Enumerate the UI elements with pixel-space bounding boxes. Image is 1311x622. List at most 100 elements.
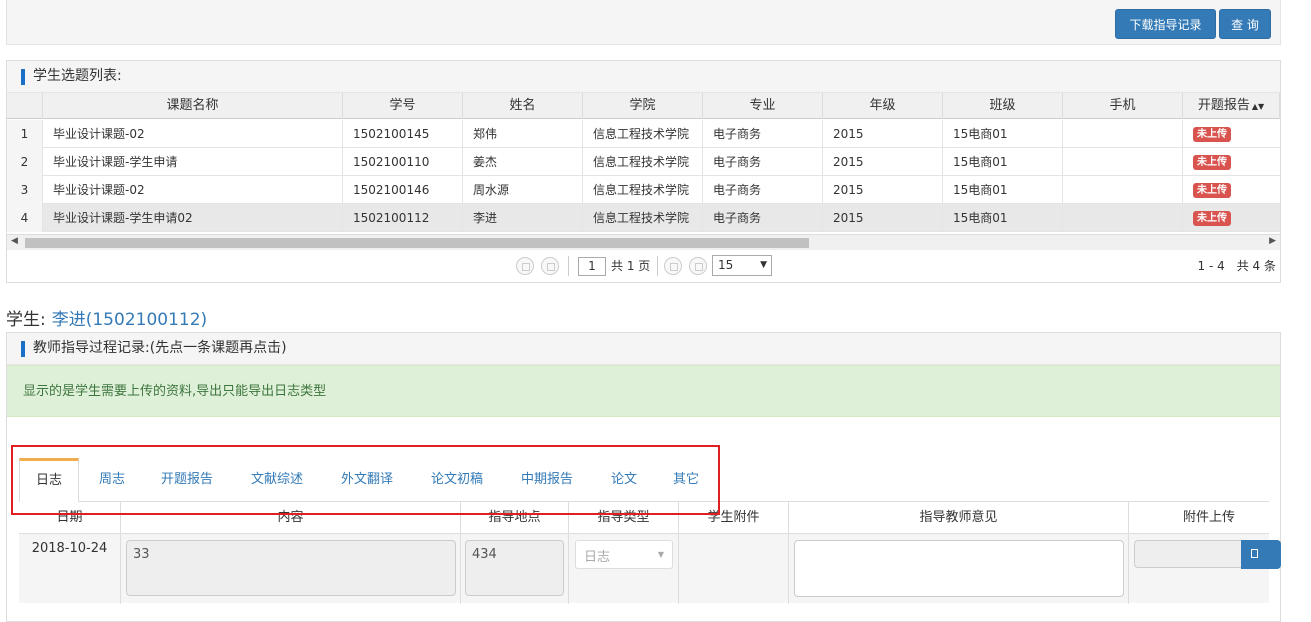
title-accent-bar — [21, 341, 25, 357]
record-place-cell: 434 — [461, 534, 569, 604]
page-size-select[interactable]: 15 ▼ — [712, 255, 772, 276]
cell-grade: 2015 — [823, 176, 943, 204]
pager-divider — [568, 256, 569, 276]
guide-panel-header: 教师指导过程记录:(先点一条课题再点击) — [7, 333, 1280, 365]
topic-list-title: 学生选题列表: — [33, 68, 122, 84]
first-page-button[interactable] — [516, 257, 534, 275]
cell-name: 李进 — [463, 204, 583, 232]
cell-topic: 毕业设计课题-学生申请 — [43, 148, 343, 176]
record-attachment-cell — [679, 534, 789, 604]
cell-phone — [1063, 120, 1183, 148]
col-upload: 附件上传 — [1182, 510, 1235, 525]
cell-major: 电子商务 — [703, 120, 823, 148]
toolbar: 下载指导记录 查 询 — [6, 0, 1281, 45]
col-grade[interactable]: 年级 — [823, 93, 943, 119]
prev-page-button[interactable] — [541, 257, 559, 275]
scroll-left-icon[interactable]: ◀ — [11, 236, 18, 246]
notice-alert: 显示的是学生需要上传的资料,导出只能导出日志类型 — [7, 365, 1280, 417]
record-date: 2018-10-24 — [19, 534, 121, 604]
table-row[interactable]: 1 毕业设计课题-02 1502100145 郑伟 信息工程技术学院 电子商务 2015 15… — [7, 120, 1280, 148]
record-opinion-cell — [789, 534, 1129, 604]
cell-phone — [1063, 176, 1183, 204]
chevron-down-icon: ▼ — [760, 260, 767, 270]
cell-college: 信息工程技术学院 — [583, 204, 703, 232]
type-select[interactable]: 日志 ▼ — [575, 540, 673, 569]
record-summary: 1 - 4 共 4 条 — [1197, 259, 1277, 273]
upload-file-input[interactable] — [1134, 540, 1244, 568]
sort-icon: ▲▼ — [1251, 102, 1265, 111]
cell-proposal: 未上传 — [1183, 148, 1280, 176]
query-button[interactable]: 查 询 — [1219, 9, 1271, 39]
status-badge: 未上传 — [1193, 211, 1231, 226]
record-content-cell: 33 — [121, 534, 461, 604]
status-badge: 未上传 — [1193, 183, 1231, 198]
opinion-textarea[interactable] — [794, 540, 1124, 597]
horizontal-scrollbar[interactable]: ◀ ▶ — [7, 234, 1280, 250]
cell-class: 15电商01 — [943, 204, 1063, 232]
last-page-button[interactable] — [689, 257, 707, 275]
content-textarea[interactable]: 33 — [126, 540, 456, 596]
row-number: 3 — [7, 176, 43, 204]
cell-class: 15电商01 — [943, 176, 1063, 204]
cell-proposal: 未上传 — [1183, 176, 1280, 204]
status-badge: 未上传 — [1193, 127, 1231, 142]
upload-button[interactable] — [1241, 540, 1281, 569]
cell-student-id: 1502100112 — [343, 204, 463, 232]
topic-list-header: 学生选题列表: — [7, 61, 1280, 93]
col-student-id[interactable]: 学号 — [343, 93, 463, 119]
row-number: 2 — [7, 148, 43, 176]
title-accent-bar — [21, 69, 25, 85]
cell-major: 电子商务 — [703, 176, 823, 204]
col-topic[interactable]: 课题名称 — [43, 93, 343, 119]
row-number: 4 — [7, 204, 43, 232]
col-major[interactable]: 专业 — [703, 93, 823, 119]
record-type-cell: 日志 ▼ — [569, 534, 679, 604]
cell-college: 信息工程技术学院 — [583, 120, 703, 148]
pager: 1 共 1 页 15 ▼ 1 - 4 共 4 条 — [7, 250, 1280, 278]
cell-student-id: 1502100146 — [343, 176, 463, 204]
cell-name: 郑伟 — [463, 120, 583, 148]
col-opinion: 指导教师意见 — [789, 502, 1129, 533]
guide-panel-title: 教师指导过程记录:(先点一条课题再点击) — [33, 340, 287, 356]
cell-class: 15电商01 — [943, 120, 1063, 148]
cell-proposal: 未上传 — [1183, 120, 1280, 148]
cell-college: 信息工程技术学院 — [583, 148, 703, 176]
cell-class: 15电商01 — [943, 148, 1063, 176]
next-page-button[interactable] — [664, 257, 682, 275]
col-college[interactable]: 学院 — [583, 93, 703, 119]
cell-topic: 毕业设计课题-02 — [43, 176, 343, 204]
file-icon — [1251, 549, 1258, 558]
col-proposal-label: 开题报告 — [1197, 98, 1250, 113]
col-phone[interactable]: 手机 — [1063, 93, 1183, 119]
cell-college: 信息工程技术学院 — [583, 176, 703, 204]
page-size-value: 15 — [718, 258, 734, 272]
grid-header: 课题名称 学号 姓名 学院 专业 年级 班级 手机 开题报告 ▲▼ — [7, 93, 1280, 119]
page-scrollbar[interactable] — [1283, 0, 1311, 616]
col-class[interactable]: 班级 — [943, 93, 1063, 119]
scroll-right-icon[interactable]: ▶ — [1269, 236, 1276, 246]
type-select-value: 日志 — [584, 550, 611, 565]
tabs-highlight-box — [11, 445, 720, 515]
table-row[interactable]: 4 毕业设计课题-学生申请02 1502100112 李进 信息工程技术学院 电子商务 20… — [7, 204, 1280, 232]
pager-divider — [657, 256, 658, 276]
col-name[interactable]: 姓名 — [463, 93, 583, 119]
student-label: 学生: — [6, 310, 46, 330]
table-row[interactable]: 3 毕业设计课题-02 1502100146 周水源 信息工程技术学院 电子商务 2015 1… — [7, 176, 1280, 204]
cell-student-id: 1502100110 — [343, 148, 463, 176]
topic-list-panel: 学生选题列表: 课题名称 学号 姓名 学院 专业 年级 班级 手机 开题报告 ▲▼… — [6, 60, 1281, 283]
student-line: 学生: 李进(1502100112) — [6, 305, 207, 330]
cell-student-id: 1502100145 — [343, 120, 463, 148]
cell-grade: 2015 — [823, 204, 943, 232]
download-records-button[interactable]: 下载指导记录 — [1115, 9, 1216, 39]
page-number-input[interactable]: 1 — [578, 257, 606, 276]
cell-grade: 2015 — [823, 148, 943, 176]
scrollbar-thumb[interactable] — [25, 238, 809, 248]
place-textarea[interactable]: 434 — [465, 540, 564, 596]
col-proposal[interactable]: 开题报告 ▲▼ — [1183, 93, 1280, 119]
cell-topic: 毕业设计课题-02 — [43, 120, 343, 148]
records-row: 2018-10-24 33 434 日志 ▼ — [19, 533, 1281, 604]
status-badge: 未上传 — [1193, 155, 1231, 170]
table-row[interactable]: 2 毕业设计课题-学生申请 1502100110 姜杰 信息工程技术学院 电子商务 2015… — [7, 148, 1280, 176]
chevron-down-icon: ▼ — [657, 550, 664, 559]
student-value: 李进(1502100112) — [51, 310, 208, 330]
